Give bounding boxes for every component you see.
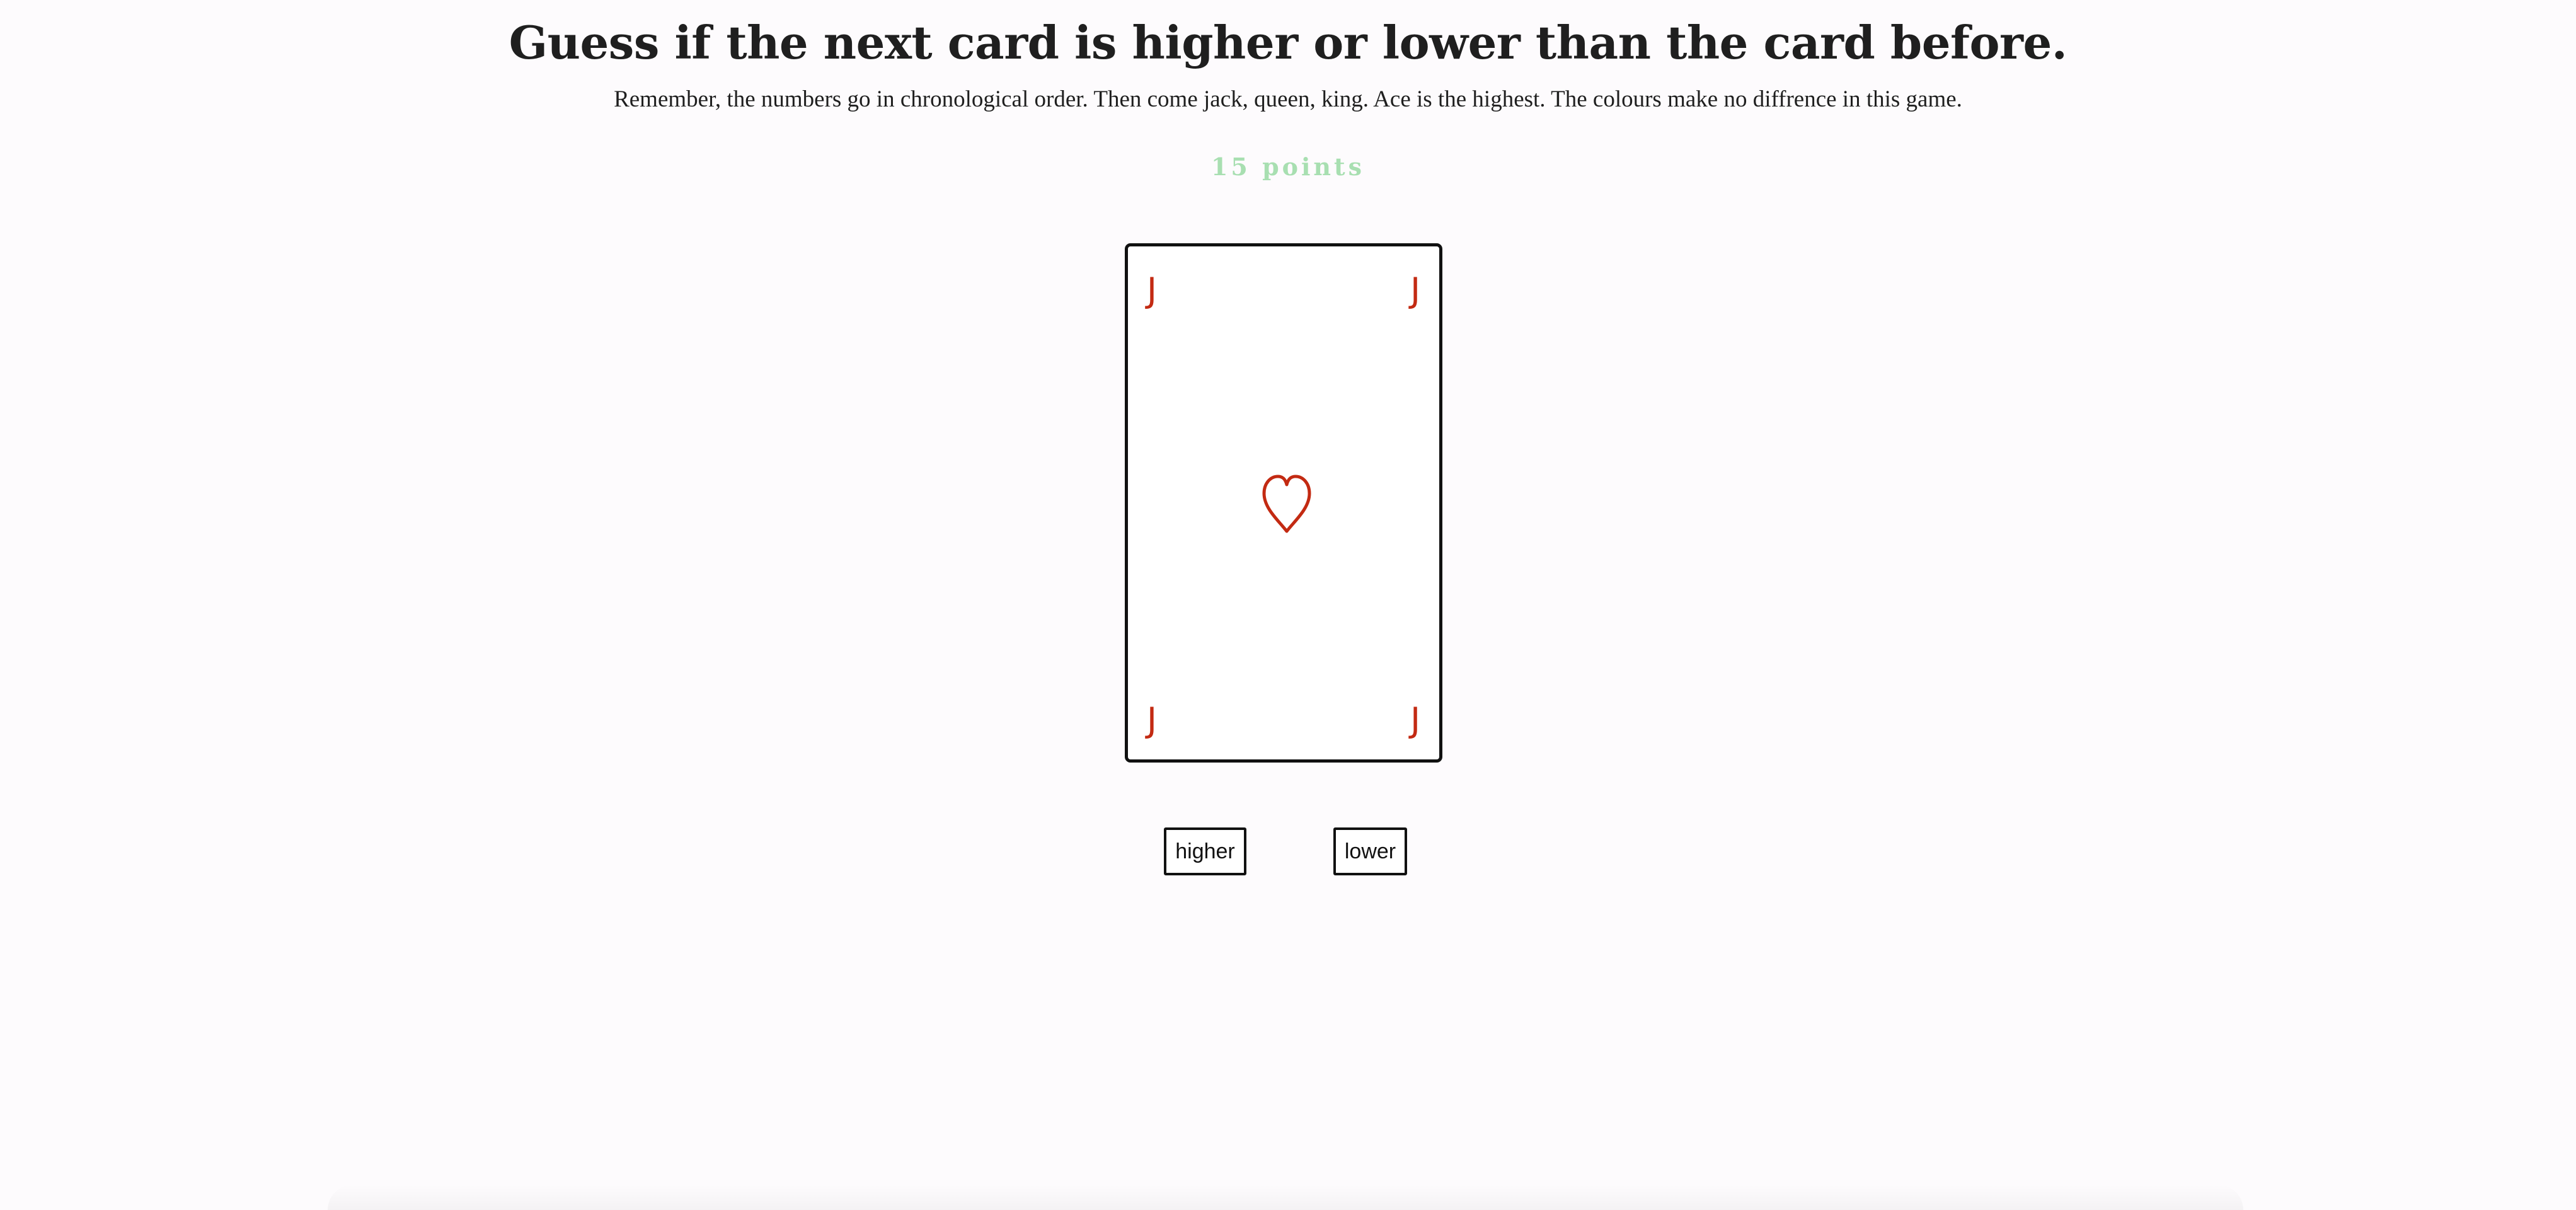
- card-rank-top-right: J: [1410, 270, 1420, 310]
- higher-button[interactable]: higher: [1164, 827, 1246, 875]
- instructions-text: Remember, the numbers go in chronologica…: [614, 86, 1962, 112]
- score-display: 15 points: [1210, 153, 1366, 181]
- page-title: Guess if the next card is higher or lowe…: [509, 16, 2067, 69]
- lower-button[interactable]: lower: [1333, 827, 1407, 875]
- card-rank-top-left: J: [1147, 270, 1157, 310]
- heart-outline-icon: [1262, 475, 1311, 533]
- card-rank-bottom-left: J: [1147, 700, 1157, 740]
- playing-card: J J J J: [1125, 243, 1442, 763]
- bottom-panel-edge: [328, 1185, 2243, 1210]
- card-rank-bottom-right: J: [1410, 700, 1420, 740]
